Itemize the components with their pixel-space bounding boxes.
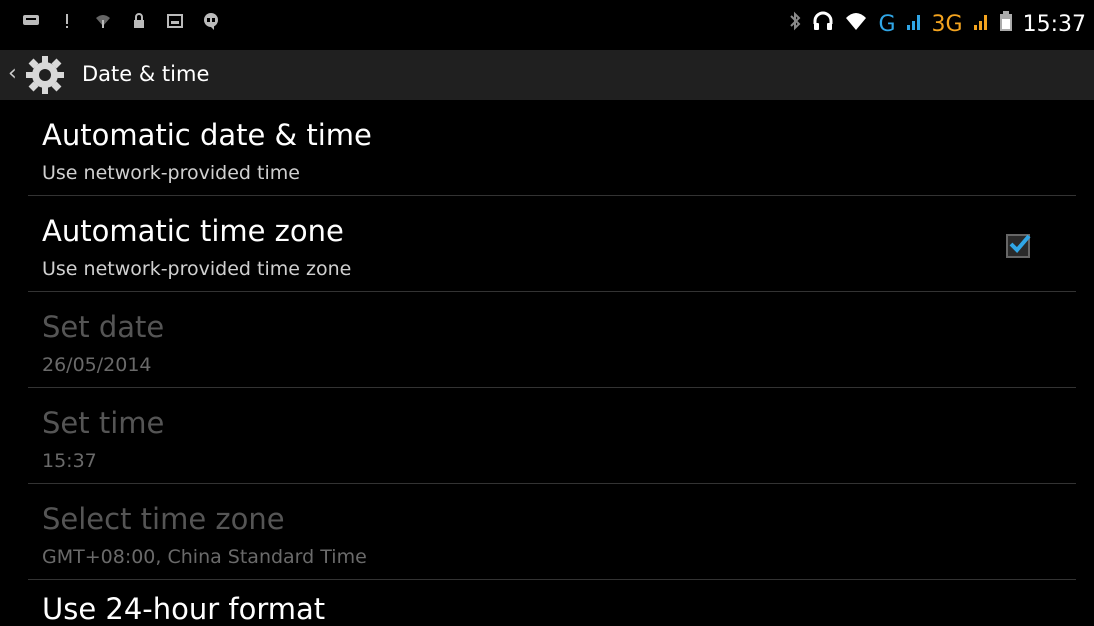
- signal-icon-sim1: [906, 11, 922, 37]
- message-icon: [22, 12, 40, 30]
- back-icon[interactable]: ‹: [8, 62, 18, 86]
- settings-gear-icon[interactable]: [24, 54, 66, 96]
- wifi-alert-icon: [94, 12, 112, 30]
- wifi-icon: [844, 10, 868, 38]
- headset-icon: [812, 10, 834, 38]
- setting-title: Select time zone: [42, 502, 285, 536]
- battery-icon: [999, 10, 1013, 38]
- setting-summary: Use network-provided time zone: [42, 258, 352, 280]
- setting-summary: 26/05/2014: [42, 354, 152, 376]
- setting-title: Set date: [42, 310, 165, 344]
- bluetooth-icon: [788, 10, 802, 38]
- action-bar: ‹ Date & time: [0, 50, 1094, 100]
- setting-auto-time-zone[interactable]: Automatic time zone Use network-provided…: [28, 196, 1076, 292]
- setting-select-time-zone[interactable]: Select time zone GMT+08:00, China Standa…: [28, 484, 1076, 580]
- alert-icon: [58, 12, 76, 30]
- clock: 15:37: [1022, 11, 1086, 37]
- setting-title: Set time: [42, 406, 165, 440]
- setting-summary: 15:37: [42, 450, 97, 472]
- status-bar: G 3G 15:37: [0, 0, 1094, 50]
- hangouts-icon: [202, 12, 220, 30]
- network-3g-label: 3G: [931, 11, 963, 37]
- page-title: Date & time: [82, 62, 210, 86]
- lock-icon: [130, 12, 148, 30]
- setting-title: Automatic time zone: [42, 214, 344, 248]
- setting-set-date[interactable]: Set date 26/05/2014: [28, 292, 1076, 388]
- notification-icons: [22, 12, 220, 30]
- check-icon: [1009, 234, 1031, 253]
- image-icon: [166, 12, 184, 30]
- network-g-label: G: [878, 11, 896, 37]
- setting-title: Automatic date & time: [42, 118, 372, 152]
- settings-list: Automatic date & time Use network-provid…: [0, 100, 1094, 580]
- system-indicators: G 3G 15:37: [788, 10, 1086, 38]
- setting-auto-date-time[interactable]: Automatic date & time Use network-provid…: [28, 100, 1076, 196]
- signal-icon-sim2: [973, 11, 989, 37]
- setting-summary: GMT+08:00, China Standard Time: [42, 546, 367, 568]
- auto-time-zone-checkbox[interactable]: [1006, 234, 1031, 258]
- setting-24-hour-format[interactable]: Use 24-hour format: [42, 592, 325, 626]
- setting-summary: Use network-provided time: [42, 162, 300, 184]
- setting-set-time[interactable]: Set time 15:37: [28, 388, 1076, 484]
